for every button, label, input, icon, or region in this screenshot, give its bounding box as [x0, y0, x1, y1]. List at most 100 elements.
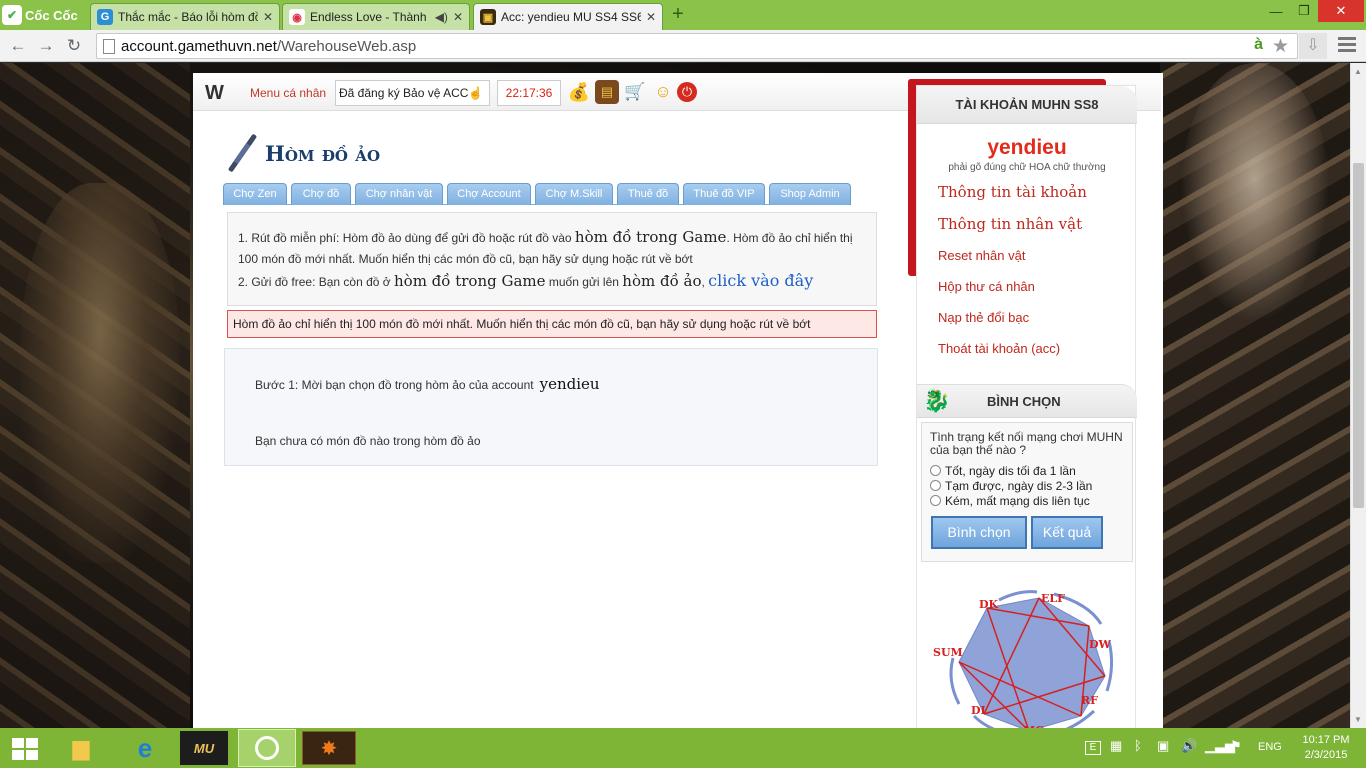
background-warrior-right [1180, 63, 1330, 323]
chest-icon[interactable]: ▤ [595, 80, 619, 104]
empty-message: Bạn chưa có món đồ nào trong hòm đồ ảo [255, 434, 481, 448]
close-icon[interactable]: ✕ [453, 10, 463, 24]
reload-button[interactable]: ↻ [64, 36, 84, 56]
cart-icon[interactable]: 🛒 [623, 80, 647, 104]
speaker-icon[interactable]: ◀) [435, 10, 448, 24]
page-title-text: Hòm đồ ảo [265, 140, 381, 166]
forward-button[interactable]: → [36, 36, 56, 56]
mu-game-icon[interactable]: MU [180, 731, 228, 765]
class-label-dl: DL [971, 704, 989, 717]
send-items-link[interactable]: click vào đây [708, 271, 813, 290]
system-clock[interactable]: 10:17 PM 2/3/2015 [1296, 733, 1356, 763]
radio-button[interactable] [930, 495, 941, 506]
coccoc-logo[interactable]: ✔ Cốc Cốc [2, 3, 78, 27]
clock-time: 10:17 PM [1302, 734, 1350, 746]
menu-logout[interactable]: Thoát tài khoản (acc) [938, 341, 1060, 356]
bookmark-star-icon[interactable]: ★ [1272, 35, 1289, 58]
warning-banner: Hòm đồ ảo chỉ hiển thị 100 món đồ mới nh… [227, 310, 877, 338]
tab-thue-do-vip[interactable]: Thuê đồ VIP [683, 183, 765, 205]
tab-title: Endless Love - Thành Lu [310, 10, 430, 24]
tab-cho-mskill[interactable]: Chợ M.Skill [535, 183, 613, 205]
site-logo[interactable]: W [205, 82, 224, 105]
address-bar[interactable]: account.gamethuvn.net/WarehouseWeb.asp à… [96, 33, 1298, 59]
warehouse-panel: Bước 1: Mời bạn chọn đồ trong hòm ảo của… [224, 348, 878, 466]
tab-title: Acc: yendieu MU SS4 SS6 S [501, 10, 641, 24]
language-indicator[interactable]: ENG [1258, 741, 1282, 753]
vote-header: 🐉 BÌNH CHỌN [917, 384, 1137, 418]
money-bag-icon[interactable]: 💰 [567, 80, 591, 104]
radio-button[interactable] [930, 480, 941, 491]
input-method-icon[interactable]: E [1085, 741, 1101, 755]
class-label-dk: DK [979, 598, 999, 611]
volume-icon[interactable]: 🔊 [1181, 738, 1197, 754]
class-label-elf: ELF [1041, 592, 1065, 605]
acc-protection-status: Đã đăng ký Bảo vệ ACC☝ [335, 80, 490, 106]
radio-button[interactable] [930, 465, 941, 476]
account-sidebar: TÀI KHOẢN MUHN SS8 yendieu phải gõ đúng … [908, 79, 1137, 728]
security-icon[interactable]: ▣ [1157, 738, 1169, 754]
tab-thue-do[interactable]: Thuê đồ [617, 183, 679, 205]
main-content: W Menu cá nhân Đã đăng ký Bảo vệ ACC☝ 22… [193, 73, 1163, 728]
tab-cho-account[interactable]: Chợ Account [447, 183, 531, 205]
download-button[interactable]: ⇩ [1299, 33, 1327, 59]
coccoc-taskbar-icon[interactable] [238, 729, 296, 767]
tab-cho-zen[interactable]: Chợ Zen [223, 183, 287, 205]
restore-button[interactable]: ❐ [1290, 0, 1318, 22]
close-window-button[interactable]: ✕ [1318, 0, 1364, 22]
personal-menu-link[interactable]: Menu cá nhân [250, 86, 326, 100]
tab-endless-love[interactable]: ◉ Endless Love - Thành Lu ◀) ✕ [282, 3, 470, 30]
close-icon[interactable]: ✕ [263, 10, 273, 24]
browser-toolbar: ← → ↻ account.gamethuvn.net/WarehouseWeb… [0, 30, 1366, 62]
minimize-button[interactable]: — [1262, 0, 1290, 22]
network-icon[interactable]: ▦ [1110, 738, 1122, 754]
chrome-icon: ◉ [289, 9, 305, 25]
scroll-down-arrow[interactable]: ▼ [1354, 715, 1362, 724]
gift-icon[interactable]: ☺ [651, 80, 675, 104]
vote-option[interactable]: Kém, mất mạng dis liên tục [930, 494, 1124, 508]
game-launcher-icon[interactable]: ✸ [302, 731, 356, 765]
bluetooth-icon[interactable]: ᛒ [1134, 738, 1142, 753]
file-explorer-icon[interactable]: ▆ [58, 731, 104, 765]
menu-topup[interactable]: Nạp thẻ đổi bạc [938, 310, 1029, 325]
tab-forum[interactable]: G Thắc mắc - Báo lỗi hòm đồ ✕ [90, 3, 280, 30]
new-tab-button[interactable]: + [668, 4, 688, 25]
internet-explorer-icon[interactable]: e [122, 731, 168, 765]
vote-option[interactable]: Tạm được, ngày dis 2-3 lần [930, 479, 1124, 493]
clock-date: 2/3/2015 [1304, 749, 1348, 761]
scroll-up-arrow[interactable]: ▲ [1354, 67, 1362, 76]
windows-start-icon[interactable] [12, 738, 38, 760]
tab-cho-nhan-vat[interactable]: Chợ nhân vật [355, 183, 443, 205]
menu-reset-character[interactable]: Reset nhân vật [938, 248, 1025, 263]
tab-shop-admin[interactable]: Shop Admin [769, 183, 851, 205]
account-panel: TÀI KHOẢN MUHN SS8 yendieu phải gõ đúng … [916, 85, 1137, 728]
tab-cho-do[interactable]: Chợ đồ [291, 183, 351, 205]
menu-mailbox[interactable]: Hộp thư cá nhân [938, 279, 1035, 294]
market-tabs: Chợ Zen Chợ đồ Chợ nhân vật Chợ Account … [223, 183, 851, 205]
action-center-icon[interactable]: ⚑ [1230, 738, 1242, 754]
tab-account[interactable]: ▣ Acc: yendieu MU SS4 SS6 S ✕ [473, 3, 663, 30]
menu-account-info[interactable]: Thông tin tài khoản [938, 183, 1087, 201]
vote-button[interactable]: Bình chọn [931, 516, 1027, 549]
dragon-icon: 🐉 [923, 388, 951, 413]
browser-menu-button[interactable] [1338, 37, 1356, 55]
class-label-rf: RF [1081, 694, 1098, 707]
case-hint: phải gõ đúng chữ HOA chữ thường [948, 162, 1106, 173]
results-button[interactable]: Kết quả [1031, 516, 1103, 549]
tab-favicon-icon: G [97, 9, 113, 25]
back-button[interactable]: ← [8, 36, 28, 56]
scrollbar-thumb[interactable] [1353, 163, 1364, 508]
server-clock: 22:17:36 [497, 80, 561, 106]
url-text[interactable]: account.gamethuvn.net/WarehouseWeb.asp [121, 38, 416, 55]
vote-option[interactable]: Tốt, ngày dis tối đa 1 lần [930, 464, 1124, 478]
vote-form: Tình trạng kết nối mạng chơi MUHN của bạ… [921, 422, 1133, 562]
coccoc-extension-icon[interactable]: à [1254, 36, 1263, 54]
vote-question: Tình trạng kết nối mạng chơi MUHN của bạ… [930, 430, 1123, 457]
menu-character-info[interactable]: Thông tin nhân vật [938, 215, 1082, 233]
hand-icon: ☝ [468, 86, 484, 100]
page-scrollbar[interactable]: ▲ ▼ [1350, 63, 1366, 728]
class-label-sum: SUM [933, 646, 963, 659]
logout-power-icon[interactable]: ⏻ [677, 82, 697, 102]
close-icon[interactable]: ✕ [646, 10, 656, 24]
brand-label: Cốc Cốc [25, 7, 78, 23]
notice-line-1: 1. Rút đồ miễn phí: Hòm đồ ảo dùng để gử… [238, 228, 853, 266]
